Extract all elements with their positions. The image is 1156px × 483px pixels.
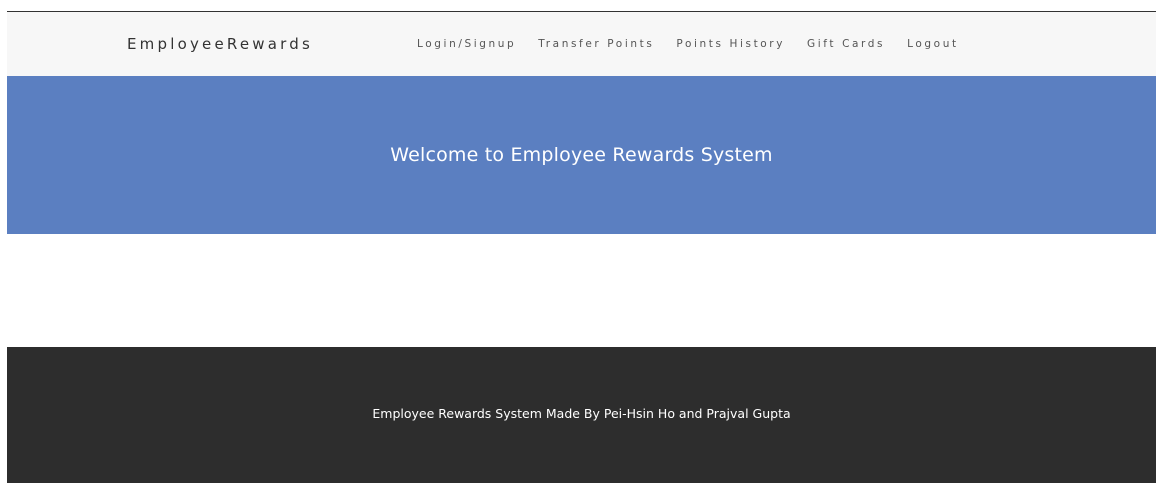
- nav-points-history[interactable]: Points History: [676, 38, 785, 50]
- nav-links: Login/Signup Transfer Points Points Hist…: [417, 12, 959, 76]
- hero-banner: Welcome to Employee Rewards System: [7, 76, 1156, 234]
- brand-logo-link[interactable]: EmployeeRewards: [127, 12, 313, 76]
- nav-logout[interactable]: Logout: [907, 38, 959, 50]
- footer-credits: Employee Rewards System Made By Pei-Hsin…: [372, 405, 791, 421]
- nav-login-signup[interactable]: Login/Signup: [417, 38, 516, 50]
- nav-transfer-points[interactable]: Transfer Points: [538, 38, 654, 50]
- footer: Employee Rewards System Made By Pei-Hsin…: [7, 347, 1156, 483]
- navbar: EmployeeRewards Login/Signup Transfer Po…: [7, 12, 1156, 76]
- nav-gift-cards[interactable]: Gift Cards: [807, 38, 885, 50]
- hero-title: Welcome to Employee Rewards System: [390, 144, 773, 166]
- page: EmployeeRewards Login/Signup Transfer Po…: [0, 0, 1156, 483]
